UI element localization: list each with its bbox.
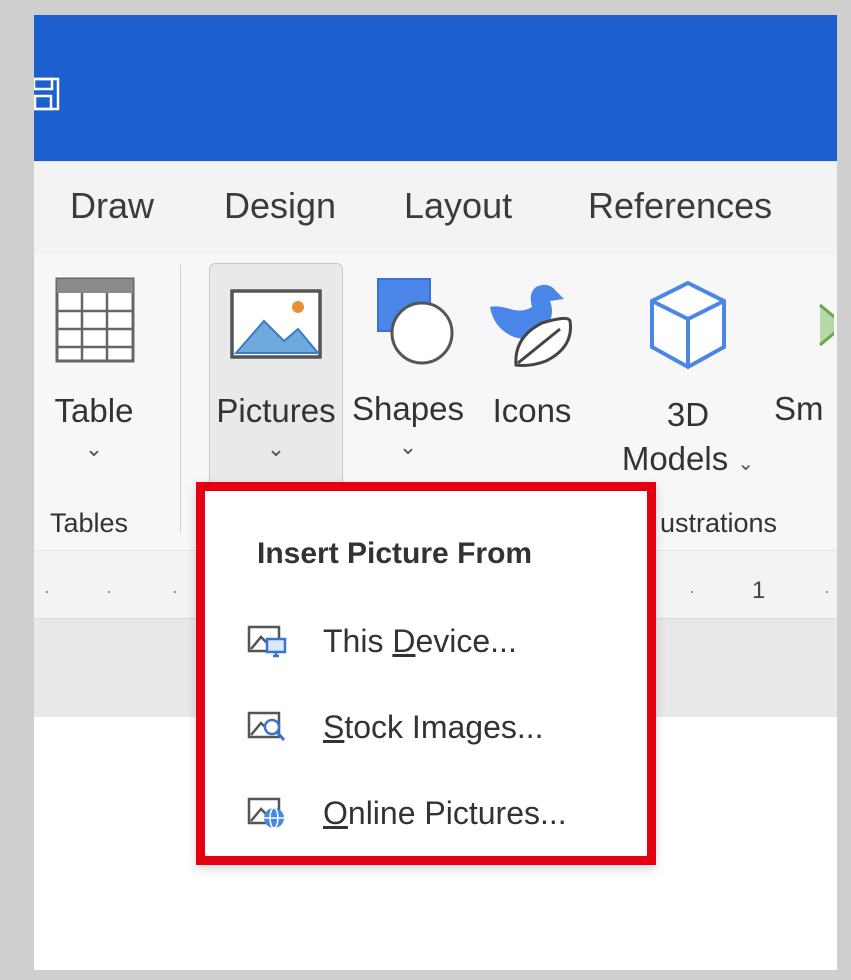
menu-item-this-device[interactable]: This Device... bbox=[205, 605, 647, 675]
insert-picture-dropdown: Insert Picture From This Device... Stock… bbox=[196, 482, 656, 865]
shapes-label: Shapes bbox=[352, 390, 464, 427]
3d-models-label-line1: 3D bbox=[666, 396, 710, 433]
tab-references[interactable]: References bbox=[588, 185, 772, 227]
ruler-tick: · bbox=[824, 581, 830, 601]
chevron-down-icon: ⌄ bbox=[266, 436, 286, 461]
title-bar bbox=[34, 15, 837, 161]
ruler-tick: · bbox=[44, 581, 50, 601]
smartart-label: Sm bbox=[774, 390, 824, 427]
table-button[interactable]: Table ⌄ bbox=[44, 277, 144, 462]
icons-button[interactable]: Icons bbox=[482, 277, 582, 430]
pictures-label: Pictures bbox=[216, 392, 336, 429]
stock-images-icon bbox=[247, 711, 286, 741]
ruler-tick: · bbox=[172, 581, 178, 601]
tab-layout[interactable]: Layout bbox=[404, 185, 512, 227]
menu-item-label: Online Pictures... bbox=[323, 795, 567, 831]
menu-item-stock-images[interactable]: Stock Images... bbox=[205, 691, 647, 761]
chevron-down-icon: ⌄ bbox=[84, 436, 104, 461]
ruler-number: 1 bbox=[752, 577, 766, 604]
ruler-tick: · bbox=[689, 581, 695, 601]
ruler-tick: · bbox=[106, 581, 112, 601]
icons-bird-leaf-icon bbox=[490, 284, 572, 367]
word-window: Draw Design Layout References Table ⌄ Pi… bbox=[34, 15, 837, 970]
save-icon[interactable] bbox=[34, 77, 60, 111]
this-device-icon bbox=[247, 625, 287, 658]
group-label-illustrations: ustrations bbox=[660, 508, 778, 538]
3d-models-button[interactable]: 3D Models ⌄ bbox=[608, 277, 768, 478]
group-label-tables: Tables bbox=[50, 508, 129, 538]
3d-models-label-line2: Models bbox=[621, 440, 729, 477]
smartart-button[interactable]: Sm bbox=[774, 277, 837, 428]
smartart-icon bbox=[819, 303, 837, 347]
table-label: Table bbox=[54, 392, 134, 429]
chevron-down-icon: ⌄ bbox=[737, 453, 755, 475]
table-grid-icon bbox=[55, 277, 135, 363]
shapes-icon bbox=[377, 278, 454, 365]
menu-item-label: Stock Images... bbox=[323, 709, 544, 745]
picture-icon bbox=[230, 289, 322, 359]
shapes-button[interactable]: Shapes ⌄ bbox=[348, 277, 468, 460]
tab-design[interactable]: Design bbox=[224, 185, 336, 227]
icons-label: Icons bbox=[492, 392, 572, 429]
group-divider bbox=[180, 265, 181, 533]
chevron-down-icon: ⌄ bbox=[398, 434, 418, 459]
pictures-button-content[interactable]: Pictures ⌄ bbox=[209, 277, 343, 462]
online-pictures-icon bbox=[247, 797, 284, 829]
menu-item-online-pictures[interactable]: Online Pictures... bbox=[205, 777, 647, 847]
cube-icon bbox=[650, 280, 726, 370]
dropdown-title: Insert Picture From bbox=[257, 537, 533, 570]
menu-item-label: This Device... bbox=[323, 623, 517, 659]
tab-draw[interactable]: Draw bbox=[70, 185, 154, 227]
